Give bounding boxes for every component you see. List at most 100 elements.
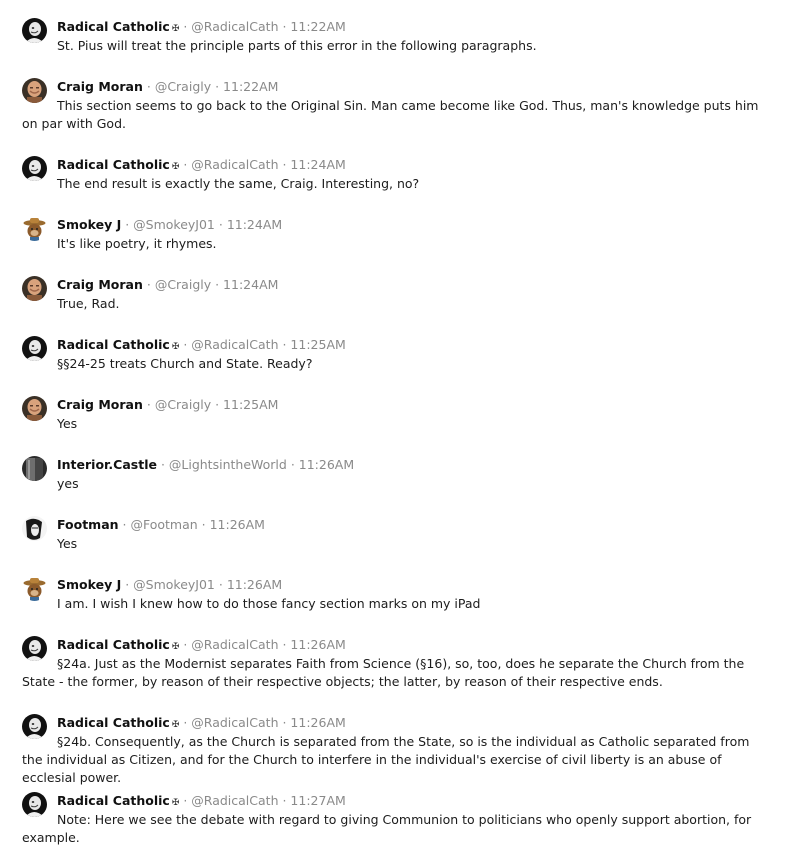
message-text: True, Rad. — [57, 296, 120, 311]
meta-separator: · — [179, 337, 192, 352]
message-text: §§24-25 treats Church and State. Ready? — [57, 356, 313, 371]
chat-message: Craig Moran · @Craigly · 11:24AM True, Ra… — [0, 258, 790, 318]
message-header: Radical Catholic ✠ · @RadicalCath · 11:26… — [57, 714, 346, 734]
message-header: Radical Catholic ✠ · @RadicalCath · 11:22… — [57, 18, 346, 38]
author-name[interactable]: Interior.Castle — [57, 457, 157, 472]
message-header: Radical Catholic ✠ · @RadicalCath · 11:24… — [57, 156, 346, 176]
author-name[interactable]: Smokey J — [57, 577, 121, 592]
chat-message: Radical Catholic ✠ · @RadicalCath · 11:22… — [0, 0, 790, 60]
timestamp[interactable]: 11:24AM — [227, 217, 282, 232]
author-handle[interactable]: @RadicalCath — [191, 637, 278, 652]
chat-feed: Radical Catholic ✠ · @RadicalCath · 11:22… — [0, 0, 790, 858]
author-name[interactable]: Radical Catholic — [57, 19, 170, 34]
chat-message: Radical Catholic ✠ · @RadicalCath · 11:27… — [0, 774, 790, 858]
message-text: The end result is exactly the same, Crai… — [57, 176, 420, 191]
timestamp[interactable]: 11:26AM — [299, 457, 354, 472]
author-name[interactable]: Radical Catholic — [57, 637, 170, 652]
author-handle[interactable]: @Footman — [130, 517, 197, 532]
message-text: Yes — [57, 416, 78, 431]
author-name[interactable]: Radical Catholic — [57, 793, 170, 808]
meta-separator: · — [142, 79, 155, 94]
author-handle[interactable]: @RadicalCath — [191, 715, 278, 730]
meta-separator: · — [179, 637, 192, 652]
meta-separator: · — [156, 457, 169, 472]
message-header: Craig Moran · @Craigly · 11:24AM — [57, 276, 278, 293]
meta-separator: · — [214, 577, 227, 592]
meta-separator: · — [278, 637, 291, 652]
meta-separator: · — [278, 19, 291, 34]
message-header: Radical Catholic ✠ · @RadicalCath · 11:26… — [57, 636, 346, 656]
author-name[interactable]: Radical Catholic — [57, 157, 170, 172]
message-header: Radical Catholic ✠ · @RadicalCath · 11:27… — [57, 792, 346, 812]
author-name[interactable]: Smokey J — [57, 217, 121, 232]
chat-message: Radical Catholic ✠ · @RadicalCath · 11:26… — [0, 696, 790, 785]
meta-separator: · — [278, 793, 291, 808]
author-handle[interactable]: @RadicalCath — [191, 337, 278, 352]
message-text: I am. I wish I knew how to do those fanc… — [57, 596, 481, 611]
meta-separator: · — [179, 793, 192, 808]
author-handle[interactable]: @RadicalCath — [191, 157, 278, 172]
meta-separator: · — [121, 217, 134, 232]
message-header: Footman · @Footman · 11:26AM — [57, 516, 265, 533]
author-handle[interactable]: @RadicalCath — [191, 19, 278, 34]
timestamp[interactable]: 11:24AM — [223, 277, 278, 292]
timestamp[interactable]: 11:26AM — [227, 577, 282, 592]
chat-message: Interior.Castle · @LightsintheWorld · 11… — [0, 438, 790, 498]
author-handle[interactable]: @Craigly — [155, 79, 211, 94]
author-handle[interactable]: @RadicalCath — [191, 793, 278, 808]
chat-message: Footman · @Footman · 11:26AM Yes — [0, 498, 790, 558]
meta-separator: · — [142, 397, 155, 412]
timestamp[interactable]: 11:26AM — [290, 715, 345, 730]
meta-separator: · — [142, 277, 155, 292]
meta-separator: · — [118, 517, 131, 532]
message-text: Note: Here we see the debate with regard… — [22, 812, 752, 845]
chat-message: Craig Moran · @Craigly · 11:22AM This sec… — [0, 60, 790, 138]
message-header: Craig Moran · @Craigly · 11:22AM — [57, 78, 278, 95]
timestamp[interactable]: 11:26AM — [210, 517, 265, 532]
author-handle[interactable]: @Craigly — [155, 277, 211, 292]
chat-message: Radical Catholic ✠ · @RadicalCath · 11:24… — [0, 138, 790, 198]
meta-separator: · — [179, 19, 192, 34]
timestamp[interactable]: 11:25AM — [290, 337, 345, 352]
timestamp[interactable]: 11:24AM — [290, 157, 345, 172]
meta-separator: · — [286, 457, 299, 472]
timestamp[interactable]: 11:27AM — [290, 793, 345, 808]
meta-separator: · — [278, 157, 291, 172]
message-header: Craig Moran · @Craigly · 11:25AM — [57, 396, 278, 413]
chat-message: Smokey J · @SmokeyJ01 · 11:24AM It's like… — [0, 198, 790, 258]
author-handle[interactable]: @Craigly — [155, 397, 211, 412]
message-text: This section seems to go back to the Ori… — [22, 98, 759, 131]
meta-separator: · — [214, 217, 227, 232]
author-handle[interactable]: @SmokeyJ01 — [133, 577, 215, 592]
author-name[interactable]: Craig Moran — [57, 79, 143, 94]
chat-message: Radical Catholic ✠ · @RadicalCath · 11:25… — [0, 318, 790, 378]
message-header: Interior.Castle · @LightsintheWorld · 11… — [57, 456, 354, 473]
message-text: §24a. Just as the Modernist separates Fa… — [22, 656, 745, 689]
message-header: Smokey J · @SmokeyJ01 · 11:24AM — [57, 216, 282, 233]
meta-separator: · — [211, 79, 224, 94]
meta-separator: · — [278, 715, 291, 730]
meta-separator: · — [179, 715, 192, 730]
meta-separator: · — [211, 277, 224, 292]
author-handle[interactable]: @SmokeyJ01 — [133, 217, 215, 232]
chat-message: Craig Moran · @Craigly · 11:25AM Yes — [0, 378, 790, 438]
meta-separator: · — [278, 337, 291, 352]
message-text: Yes — [57, 536, 78, 551]
author-name[interactable]: Craig Moran — [57, 277, 143, 292]
timestamp[interactable]: 11:25AM — [223, 397, 278, 412]
message-text: It's like poetry, it rhymes. — [57, 236, 217, 251]
timestamp[interactable]: 11:22AM — [290, 19, 345, 34]
chat-message: Radical Catholic ✠ · @RadicalCath · 11:26… — [0, 618, 790, 696]
message-header: Radical Catholic ✠ · @RadicalCath · 11:25… — [57, 336, 346, 356]
author-name[interactable]: Radical Catholic — [57, 715, 170, 730]
timestamp[interactable]: 11:22AM — [223, 79, 278, 94]
author-handle[interactable]: @LightsintheWorld — [169, 457, 287, 472]
message-text: yes — [57, 476, 79, 491]
meta-separator: · — [121, 577, 134, 592]
timestamp[interactable]: 11:26AM — [290, 637, 345, 652]
author-name[interactable]: Footman — [57, 517, 119, 532]
meta-separator: · — [211, 397, 224, 412]
author-name[interactable]: Radical Catholic — [57, 337, 170, 352]
message-header: Smokey J · @SmokeyJ01 · 11:26AM — [57, 576, 282, 593]
author-name[interactable]: Craig Moran — [57, 397, 143, 412]
